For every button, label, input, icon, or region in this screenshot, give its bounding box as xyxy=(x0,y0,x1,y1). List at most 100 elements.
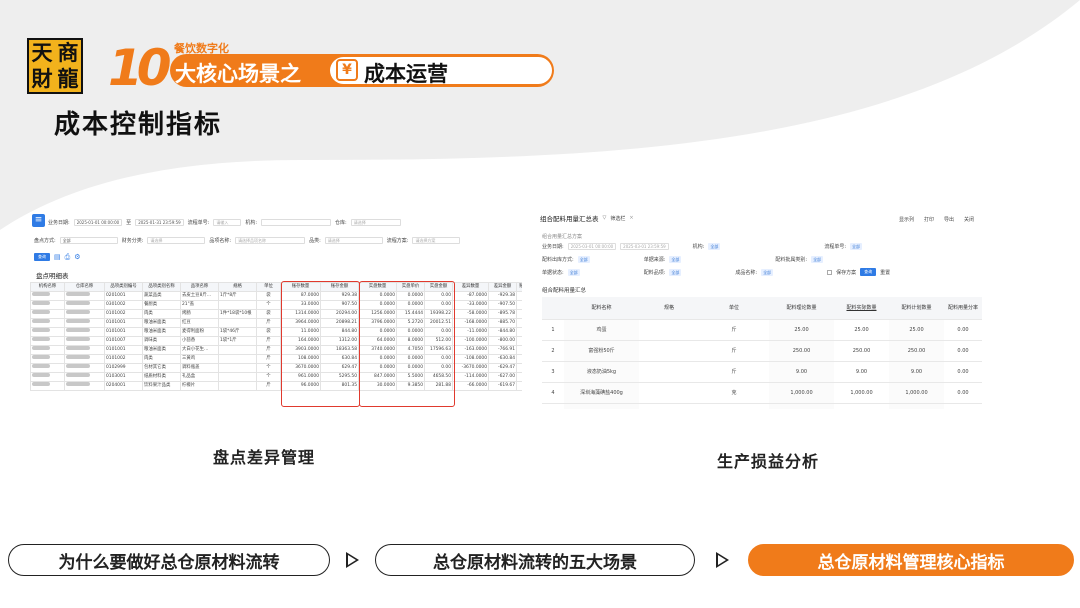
export-icon[interactable]: ▤ xyxy=(54,253,61,261)
y-org-tag[interactable]: 全部 xyxy=(708,242,721,250)
column-header[interactable]: 配料名称 xyxy=(564,297,639,320)
y-src-tag[interactable]: 全部 xyxy=(577,255,590,263)
table-cell: 调料瓶盖 xyxy=(180,363,219,373)
column-header[interactable]: 差异金额 xyxy=(488,282,517,292)
nav-step-why[interactable]: 为什么要做好总仓原材料流转 xyxy=(8,544,330,576)
table-cell xyxy=(64,318,105,328)
column-header[interactable]: 品项名称 xyxy=(180,282,219,292)
table-row[interactable]: 5白糖（散装）克750.00750.00750.000.00 xyxy=(542,403,982,409)
column-header[interactable]: 差异数量 xyxy=(452,282,489,292)
redacted-value xyxy=(32,355,50,359)
column-header[interactable]: 规格 xyxy=(218,282,257,292)
category-select[interactable]: 请选择 xyxy=(147,236,206,244)
y-query-button[interactable]: 查询 xyxy=(860,268,877,276)
table-cell: 250.00 xyxy=(769,340,834,362)
close-icon[interactable]: × xyxy=(629,215,633,221)
y-date-from[interactable]: 2025-03-01 00:00:00 xyxy=(567,242,617,250)
column-header[interactable]: 仓库名称 xyxy=(64,282,105,292)
doc-label: 流程单号: xyxy=(187,219,210,226)
redacted-value xyxy=(32,301,50,305)
export-action[interactable]: 导出 xyxy=(944,216,954,223)
y-save-checkbox[interactable] xyxy=(827,269,833,275)
table-cell: 斤 xyxy=(256,381,281,391)
table-cell: 1件*18袋*10根 xyxy=(218,309,257,319)
redacted-value xyxy=(66,364,90,368)
table-cell: 750.00 xyxy=(834,403,889,409)
table-cell: 三黄鸡 xyxy=(180,354,219,364)
column-header[interactable]: 品项类别编号 xyxy=(104,282,143,292)
table-cell xyxy=(218,363,257,373)
table-row[interactable]: 1 鸡蛋斤 25.00 25.00 25.00 0.00 xyxy=(542,319,982,341)
redacted-value xyxy=(32,328,50,332)
table-cell: 粮油米面类 xyxy=(142,327,181,337)
column-header[interactable]: 品项类别名称 xyxy=(142,282,181,292)
table-row[interactable]: 2 富强粉50斤斤 250.00 250.00 250.00 0.00 xyxy=(542,340,982,362)
table-title: 盘点明细表 xyxy=(36,272,69,280)
column-header[interactable]: 配料用量分率 xyxy=(944,297,982,320)
org-input[interactable] xyxy=(261,218,332,226)
scheme-subtitle: 组合用量汇总方案 xyxy=(542,234,583,240)
table-cell: -33.0000 xyxy=(452,300,489,310)
type-select[interactable]: 请选择 xyxy=(324,236,383,244)
scheme-select[interactable]: 请选择方案 xyxy=(412,236,461,244)
table-cell: 调味类 xyxy=(142,336,181,346)
table-row[interactable]: 4 深圳海藻碘盐400g 克 1,000.00 1,000.00 1,000.00 0.00 xyxy=(542,382,982,404)
arrow-right-icon xyxy=(716,552,729,568)
date-from-input[interactable]: 2025-01-01 00:00:00 xyxy=(73,218,123,226)
actual-count-highlight xyxy=(359,281,455,407)
y-date-to[interactable]: 2025-03-01 23:59:59 xyxy=(620,242,669,250)
table-cell xyxy=(30,300,65,310)
y-item-tag[interactable]: 全部 xyxy=(669,268,682,276)
columns-action[interactable]: 显示列 xyxy=(899,216,914,223)
column-header[interactable]: 机构名称 xyxy=(30,282,65,292)
column-header[interactable]: 账存 xyxy=(516,282,522,292)
item-input[interactable]: 请选择品项名称 xyxy=(235,236,306,244)
table-cell: 0.00 xyxy=(944,382,982,404)
table-row[interactable]: 3 液态奶油5kg 斤 9.00 9.00 9.00 0.00 xyxy=(542,361,982,383)
filter-icon[interactable]: ▽ xyxy=(603,215,607,221)
category-label: 财务分类: xyxy=(121,237,144,244)
column-header[interactable]: 单位 xyxy=(699,297,769,320)
y-doc-tag[interactable]: 全部 xyxy=(850,242,863,250)
print-action[interactable]: 打印 xyxy=(924,216,934,223)
redacted-value xyxy=(66,301,90,305)
column-header[interactable]: 配料计划数量 xyxy=(889,297,944,320)
print-icon[interactable]: ⎙ xyxy=(65,253,71,262)
nav-step-scenarios[interactable]: 总仓原材料流转的五大场景 xyxy=(375,544,695,576)
table-cell: -895.78 xyxy=(488,309,517,319)
caption-yield-analysis: 生产损益分析 xyxy=(717,452,820,471)
settings-icon[interactable]: ⚙ xyxy=(74,253,80,261)
table-cell xyxy=(64,381,105,391)
book-stock-highlight xyxy=(281,281,360,407)
query-button[interactable]: 查询 xyxy=(34,253,50,261)
menu-icon[interactable]: ≡ xyxy=(32,214,45,227)
table-cell xyxy=(639,361,699,383)
table-cell xyxy=(30,336,65,346)
doc-input[interactable]: 请输入 xyxy=(213,218,242,226)
table-cell xyxy=(218,300,257,310)
y-product-tag[interactable]: 全部 xyxy=(761,268,774,276)
y-status-tag[interactable]: 全部 xyxy=(567,268,580,276)
date-to-input[interactable]: 2025-01-31 23:59:59 xyxy=(135,218,184,226)
y-reset-button[interactable]: 重置 xyxy=(880,269,890,276)
column-header[interactable]: 配料理论数量 xyxy=(769,297,834,320)
nav-step-core-metrics[interactable]: 总仓原材料管理核心指标 xyxy=(748,544,1074,576)
column-header[interactable]: 规格 xyxy=(639,297,699,320)
warehouse-input[interactable]: 请选择 xyxy=(350,218,401,226)
table-cell xyxy=(516,363,522,373)
method-select[interactable]: 全部 xyxy=(59,236,118,244)
table-cell: 4 xyxy=(542,382,564,404)
column-header[interactable]: 单位 xyxy=(256,282,281,292)
column-header[interactable]: 配料实际数量 xyxy=(834,297,889,320)
column-header[interactable] xyxy=(542,297,564,320)
y-dept-tag[interactable]: 全部 xyxy=(669,255,682,263)
table-cell: 0101001 xyxy=(104,345,143,355)
y-batch-tag[interactable]: 全部 xyxy=(811,255,824,263)
filter-toggle[interactable]: 筛选栏 xyxy=(610,215,625,222)
close-action[interactable]: 关闭 xyxy=(964,216,974,223)
table-cell: -87.0000 xyxy=(452,291,489,301)
type-label: 品类: xyxy=(309,237,321,244)
table-cell: 肉类 xyxy=(142,309,181,319)
report-title: 组合配料用量汇总表 xyxy=(540,215,599,223)
table-cell: 750.00 xyxy=(889,403,944,409)
